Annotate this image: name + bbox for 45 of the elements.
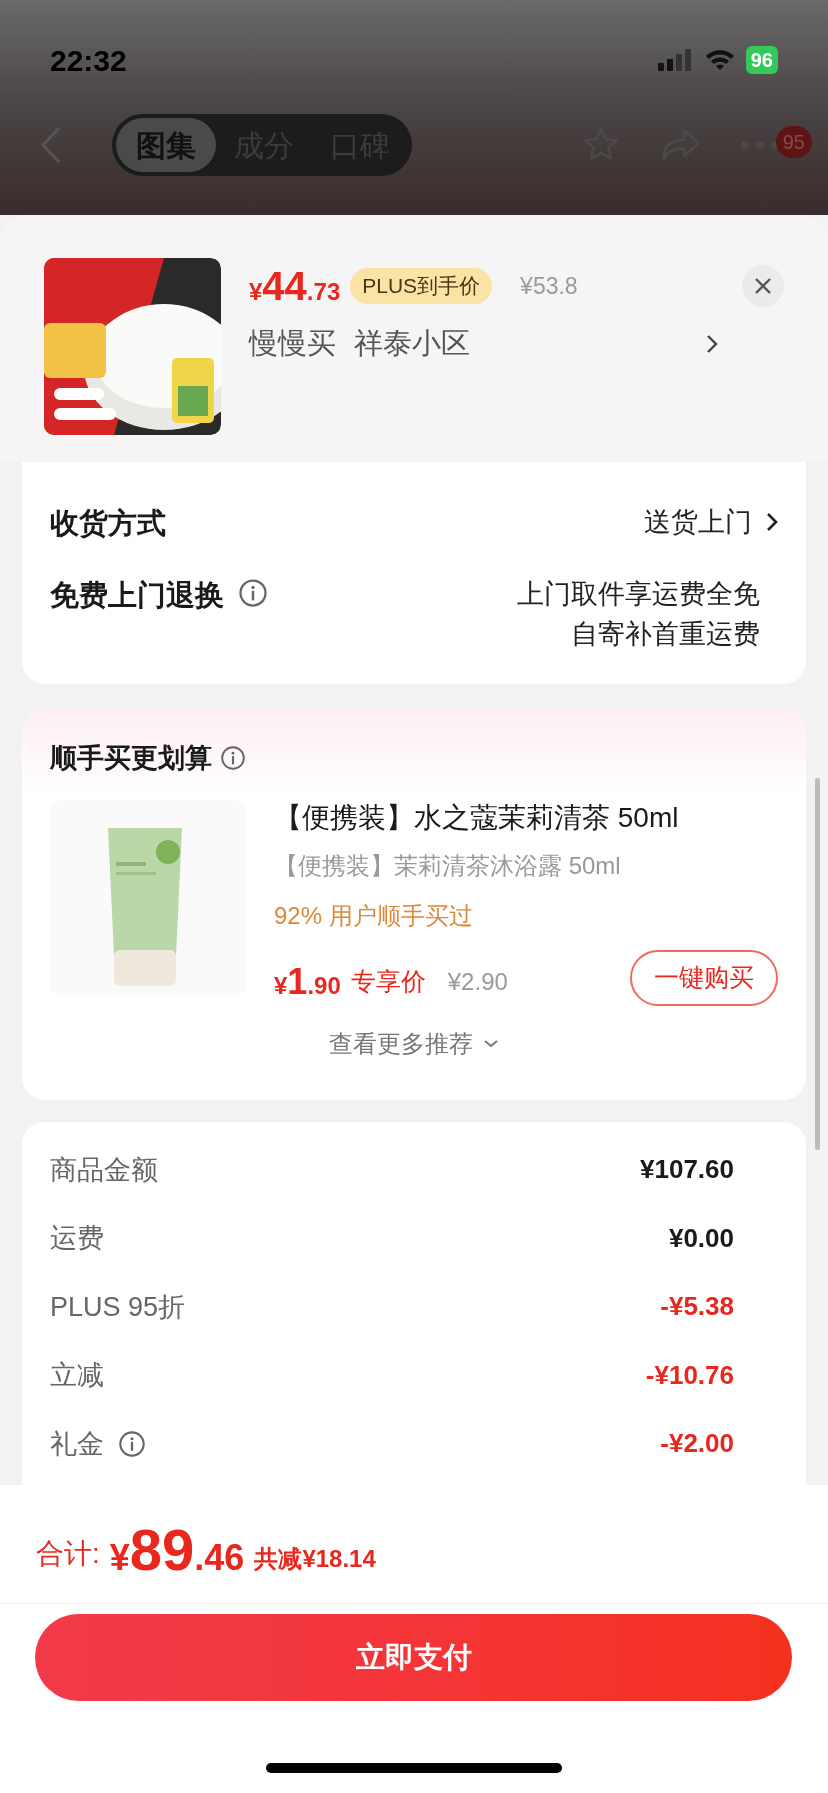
amount: ¥107.60 <box>640 1153 734 1187</box>
amount: -¥10.76 <box>645 1358 734 1392</box>
pay-button[interactable]: 立即支付 <box>35 1614 792 1701</box>
buy-button[interactable]: 一键购买 <box>630 950 778 1006</box>
address-row[interactable]: 慢慢买 祥泰小区 <box>249 322 784 366</box>
chevron-right-icon <box>706 333 718 354</box>
more-link[interactable]: 查看更多推荐 <box>50 1026 778 1062</box>
amount: -¥2.00 <box>660 1427 734 1461</box>
product-title[interactable]: 【便携装】水之蔻茉莉清茶 50ml <box>274 800 778 836</box>
amount: ¥0.00 <box>668 1221 734 1255</box>
address-text: 祥泰小区 <box>354 326 470 361</box>
original-price: ¥53.8 <box>520 271 578 301</box>
purchase-stat: 92% 用户顺手买过 <box>274 901 474 931</box>
price: ¥44.73 <box>249 266 341 306</box>
row-label: 商品金额 <box>50 1153 158 1187</box>
section-title: 顺手买更划算 <box>50 741 212 775</box>
row-label: 立减 <box>50 1359 104 1392</box>
info-icon <box>220 744 246 771</box>
row-label: 礼金 <box>50 1427 104 1461</box>
product-subtitle: 【便携装】茉莉清茶沐浴露 50ml <box>274 851 622 881</box>
info-icon <box>238 577 268 608</box>
more-icon <box>740 140 780 150</box>
plus-price-tag: PLUS到手价 <box>350 268 493 304</box>
chevron-right-icon <box>766 512 778 532</box>
status-time: 22:32 <box>50 42 127 79</box>
battery-badge: 96 <box>745 46 778 74</box>
row-label: 免费上门退换 <box>50 577 224 613</box>
amount: -¥5.38 <box>660 1290 734 1324</box>
address-text: 慢慢买 <box>249 326 336 361</box>
close-icon <box>754 277 772 295</box>
row-value[interactable]: 送货上门 <box>644 502 752 542</box>
signal-icon <box>657 49 694 71</box>
row-label: PLUS 95折 <box>50 1290 186 1324</box>
chevron-down-icon <box>483 1039 499 1049</box>
original-price: ¥2.90 <box>447 967 508 997</box>
total-price: ¥89.46 <box>109 1521 245 1579</box>
row-label: 收货方式 <box>50 506 166 541</box>
row-label: 运费 <box>50 1222 104 1255</box>
savings-text: 共减¥18.14 <box>254 1544 376 1574</box>
price: ¥1.90 <box>274 964 341 1000</box>
total-label: 合计: <box>36 1537 100 1571</box>
back-icon <box>40 126 62 164</box>
price-label: 专享价 <box>350 966 426 998</box>
close-button[interactable] <box>742 265 784 307</box>
row-value: 上门取件享运费全免 自寄补首重运费 <box>517 577 761 651</box>
